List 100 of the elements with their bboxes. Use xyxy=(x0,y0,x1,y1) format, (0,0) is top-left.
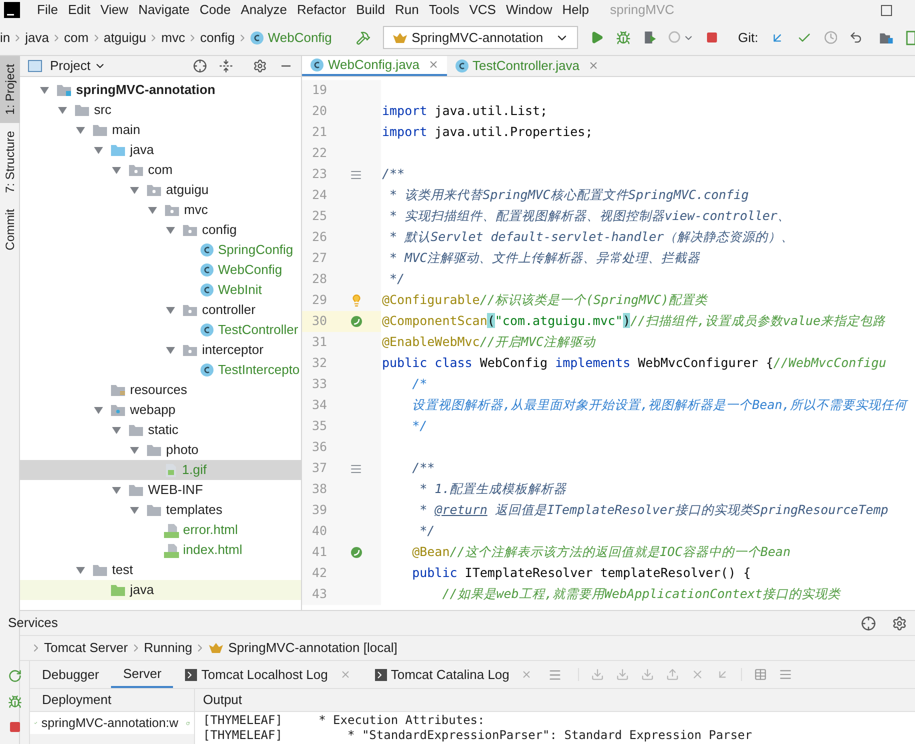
expand-arrow-icon[interactable] xyxy=(130,446,138,454)
expand-arrow-icon[interactable] xyxy=(166,226,174,234)
breadcrumb-item[interactable]: atguigu xyxy=(104,28,146,48)
breadcrumb-item[interactable]: WebConfig xyxy=(250,28,332,48)
output-tab[interactable]: Server xyxy=(111,661,174,688)
debug-icon[interactable] xyxy=(616,30,631,46)
expand-arrow-icon[interactable] xyxy=(94,146,102,154)
breadcrumb-item[interactable]: in xyxy=(0,28,10,48)
breadcrumb-item[interactable]: config xyxy=(200,28,235,48)
tree-item[interactable]: static xyxy=(20,420,301,440)
debug-icon[interactable] xyxy=(8,695,22,709)
tree-item[interactable]: WebConfig xyxy=(20,260,301,280)
menu-item[interactable]: Tools xyxy=(424,0,464,20)
settings-icon[interactable] xyxy=(892,616,907,630)
tree-item[interactable]: com xyxy=(20,160,301,180)
bulb-icon[interactable] xyxy=(350,294,362,307)
expand-arrow-icon[interactable] xyxy=(112,426,120,434)
tree-item[interactable]: webapp xyxy=(20,400,301,420)
run-anything-icon[interactable] xyxy=(906,30,915,46)
menu-item[interactable]: VCS xyxy=(464,0,501,20)
menu-item[interactable]: Code xyxy=(194,0,236,20)
breadcrumb-item[interactable]: Running xyxy=(144,638,192,658)
table-icon[interactable] xyxy=(754,668,768,681)
close-tab-icon[interactable] xyxy=(428,59,439,70)
tree-item[interactable]: springMVC-annotation xyxy=(20,80,301,100)
close-tab-icon[interactable] xyxy=(340,669,351,680)
breadcrumb-item[interactable]: SpringMVC-annotation [local] xyxy=(208,638,398,658)
tree-item[interactable]: config xyxy=(20,220,301,240)
editor-tab[interactable]: WebConfig.java xyxy=(302,56,447,76)
collapse-all-icon[interactable] xyxy=(219,59,233,73)
side-tab[interactable]: 7: Structure xyxy=(0,122,20,201)
breadcrumb-item[interactable]: mvc xyxy=(161,28,186,48)
side-tab[interactable]: 1: Project xyxy=(0,56,20,123)
tree-item[interactable]: test xyxy=(20,560,301,580)
breadcrumb-item[interactable]: java xyxy=(25,28,49,48)
tree-item[interactable]: java xyxy=(20,140,301,160)
coverage-icon[interactable] xyxy=(642,30,656,45)
tree-item[interactable]: photo xyxy=(20,440,301,460)
breadcrumb-item[interactable]: com xyxy=(64,28,89,48)
revert-icon[interactable] xyxy=(849,30,864,45)
deployment-row[interactable]: springMVC-annotation:w xyxy=(30,712,194,734)
rerun-icon[interactable] xyxy=(8,669,22,683)
menu-item[interactable]: Run xyxy=(390,0,424,20)
menu-item[interactable]: Edit xyxy=(62,0,96,20)
expand-arrow-icon[interactable] xyxy=(130,506,138,514)
stop-icon[interactable] xyxy=(706,31,718,44)
tree-item[interactable]: resources xyxy=(20,380,301,400)
tree-item[interactable]: java xyxy=(20,580,301,600)
tree-item[interactable]: index.html xyxy=(20,540,301,560)
build-icon[interactable] xyxy=(356,30,371,46)
close-tab-icon[interactable] xyxy=(521,669,532,680)
menu-item[interactable]: View xyxy=(95,0,134,20)
run-icon[interactable] xyxy=(590,30,604,45)
expand-arrow-icon[interactable] xyxy=(112,486,120,494)
tree-item[interactable]: atguigu xyxy=(20,180,301,200)
output-tab[interactable]: Debugger xyxy=(30,661,112,688)
stop-icon[interactable] xyxy=(8,721,20,733)
expand-arrow-icon[interactable] xyxy=(166,346,174,354)
locate-icon[interactable] xyxy=(861,616,876,630)
panel-title[interactable]: Project xyxy=(50,56,90,76)
expand-arrow-icon[interactable] xyxy=(76,126,84,134)
tree-item[interactable]: mvc xyxy=(20,200,301,220)
tree-item[interactable]: SpringConfig xyxy=(20,240,301,260)
tree-item[interactable]: interceptor xyxy=(20,340,301,360)
project-structure-icon[interactable] xyxy=(879,30,894,44)
expand-arrow-icon[interactable] xyxy=(76,566,84,574)
history-icon[interactable] xyxy=(824,30,838,45)
tree-item[interactable]: TestIntercepto xyxy=(20,360,301,380)
run-config-dropdown[interactable]: SpringMVC-annotation xyxy=(382,26,578,49)
expand-arrow-icon[interactable] xyxy=(58,106,66,114)
editor-tab[interactable]: TestController.java xyxy=(446,56,606,76)
expand-arrow-icon[interactable] xyxy=(94,406,102,414)
menu-item[interactable]: Analyze xyxy=(236,0,292,20)
expand-arrow-icon[interactable] xyxy=(112,166,120,174)
menu-item[interactable]: Window xyxy=(500,0,558,20)
locate-icon[interactable] xyxy=(193,59,207,73)
tree-item[interactable]: error.html xyxy=(20,520,301,540)
tree-item[interactable]: main xyxy=(20,120,301,140)
menu-item[interactable]: File xyxy=(32,0,63,20)
tree-item[interactable]: templates xyxy=(20,500,301,520)
maximize-icon[interactable] xyxy=(881,4,892,16)
tree-item[interactable]: WEB-INF xyxy=(20,480,301,500)
settings-icon[interactable] xyxy=(253,59,267,73)
more-icon[interactable] xyxy=(548,668,562,682)
expand-arrow-icon[interactable] xyxy=(148,206,156,214)
tree-item[interactable]: WebInit xyxy=(20,280,301,300)
expand-arrow-icon[interactable] xyxy=(166,306,174,314)
tree-item[interactable]: src xyxy=(20,100,301,120)
tree-item[interactable]: TestController xyxy=(20,320,301,340)
output-tab[interactable]: Tomcat Catalina Log xyxy=(362,661,544,688)
expand-arrow-icon[interactable] xyxy=(40,86,48,94)
menu-item[interactable]: Navigate xyxy=(133,0,195,20)
menu-item[interactable]: Refactor xyxy=(292,0,352,20)
expand-arrow-icon[interactable] xyxy=(130,186,138,194)
breadcrumb-item[interactable]: Tomcat Server xyxy=(44,638,128,658)
align-icon[interactable] xyxy=(779,668,792,681)
menu-item[interactable]: Build xyxy=(351,0,390,20)
menu-item[interactable]: Help xyxy=(557,0,594,20)
output-tab[interactable]: Tomcat Localhost Log xyxy=(173,661,363,688)
side-tab[interactable]: Commit xyxy=(0,200,20,258)
